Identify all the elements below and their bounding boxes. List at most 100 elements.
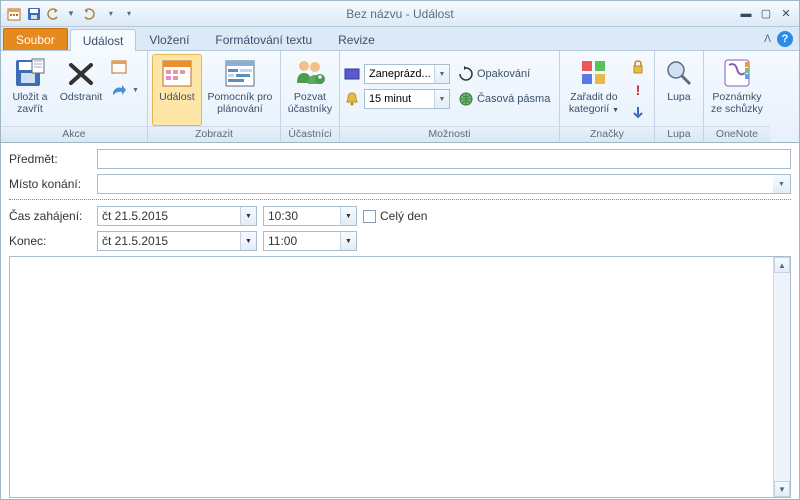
close-button[interactable]: ✕: [777, 6, 795, 22]
start-time-value: 10:30: [268, 209, 298, 223]
tab-insert[interactable]: Vložení: [136, 28, 202, 50]
group-zoom: Lupa Lupa: [655, 51, 704, 142]
maximize-button[interactable]: ▢: [757, 6, 775, 22]
start-date-combo[interactable]: čt 21.5.2015 ▼: [97, 206, 257, 226]
globe-icon: [458, 91, 474, 107]
group-options-label: Možnosti: [340, 126, 559, 142]
onenote-icon: [721, 57, 753, 89]
lock-icon: [630, 59, 646, 75]
event-view-button[interactable]: Událost: [152, 54, 202, 126]
subject-label: Předmět:: [9, 152, 91, 166]
scroll-up-button[interactable]: ▲: [774, 257, 790, 273]
timezones-label: Časová pásma: [477, 93, 550, 105]
people-icon: [294, 57, 326, 89]
group-zoom-label: Lupa: [655, 126, 703, 142]
group-onenote-label: OneNote: [704, 126, 770, 142]
location-label: Místo konání:: [9, 177, 91, 191]
onenote-notes-button[interactable]: Poznámky ze schůzky: [708, 54, 766, 126]
low-importance-button[interactable]: [626, 102, 650, 124]
schedule-icon: [224, 57, 256, 89]
tab-file[interactable]: Soubor: [3, 28, 68, 50]
recurrence-label: Opakování: [477, 68, 530, 80]
forward-small-button[interactable]: ▼: [107, 79, 143, 101]
group-attendees: Pozvat účastníky Účastníci: [281, 51, 340, 142]
end-date-value: čt 21.5.2015: [102, 234, 168, 248]
zoom-label: Lupa: [667, 91, 690, 103]
collapse-ribbon-icon[interactable]: ᐱ: [764, 34, 771, 45]
chevron-down-icon: ▼: [778, 181, 785, 188]
scroll-track[interactable]: [774, 273, 790, 481]
onenote-label: Poznámky ze schůzky: [708, 91, 766, 115]
scroll-down-button[interactable]: ▼: [774, 481, 790, 497]
delete-button[interactable]: Odstranit: [57, 54, 105, 126]
recurrence-button[interactable]: Opakování: [454, 63, 534, 85]
scheduling-label: Pomocník pro plánování: [204, 91, 276, 115]
show-as-value: Zaneprázd...: [369, 68, 431, 80]
high-importance-button[interactable]: !: [626, 79, 650, 101]
group-attendees-label: Účastníci: [281, 126, 339, 142]
subject-input[interactable]: [97, 149, 791, 169]
qat-redo-button[interactable]: [79, 5, 97, 23]
quick-access-toolbar: ▼ ▾ ▾: [5, 5, 133, 23]
location-input[interactable]: [97, 174, 773, 194]
end-date-combo[interactable]: čt 21.5.2015 ▼: [97, 231, 257, 251]
save-close-label: Uložit a zavřít: [5, 91, 55, 115]
start-time-combo[interactable]: 10:30 ▼: [263, 206, 357, 226]
qat-calendar-button[interactable]: [5, 5, 23, 23]
calendar-small-icon: [111, 59, 127, 75]
group-actions: Uložit a zavřít Odstranit ▼ Akce: [1, 51, 148, 142]
qat-save-button[interactable]: [25, 5, 43, 23]
private-button[interactable]: [626, 56, 650, 78]
body-container: ◧ ▲ ▼: [9, 256, 791, 498]
end-time-combo[interactable]: 11:00 ▼: [263, 231, 357, 251]
group-onenote: Poznámky ze schůzky OneNote: [704, 51, 770, 142]
delete-icon: [65, 57, 97, 89]
high-importance-icon: !: [630, 82, 646, 98]
calendar-small-button[interactable]: [107, 56, 143, 78]
invite-label: Pozvat účastníky: [285, 91, 335, 115]
recurrence-icon: [458, 66, 474, 82]
save-close-button[interactable]: Uložit a zavřít: [5, 54, 55, 126]
invite-attendees-button[interactable]: Pozvat účastníky: [285, 54, 335, 126]
show-as-combo[interactable]: Zaneprázd... ▼: [364, 64, 450, 84]
allday-checkbox[interactable]: Celý den: [363, 209, 427, 223]
location-dropdown-button[interactable]: ▼: [773, 174, 791, 194]
delete-label: Odstranit: [60, 91, 103, 103]
ribbon: Uložit a zavřít Odstranit ▼ Akce: [1, 51, 799, 143]
undo-icon: [47, 7, 61, 21]
redo-icon: [81, 7, 95, 21]
zoom-button[interactable]: Lupa: [659, 54, 699, 126]
vertical-scrollbar[interactable]: ▲ ▼: [773, 257, 790, 497]
busy-swatch-icon: [344, 66, 360, 82]
reminder-combo[interactable]: 15 minut ▼: [364, 89, 450, 109]
start-date-value: čt 21.5.2015: [102, 209, 168, 223]
low-importance-icon: [630, 105, 646, 121]
checkbox-icon: [363, 210, 376, 223]
qat-undo-button[interactable]: [45, 5, 63, 23]
scheduling-assistant-button[interactable]: Pomocník pro plánování: [204, 54, 276, 126]
minimize-button[interactable]: ▬: [737, 6, 755, 22]
title-bar: ▼ ▾ ▾ Bez názvu - Událost ▬ ▢ ✕: [1, 1, 799, 27]
chevron-down-icon: ▼: [340, 207, 356, 225]
event-form: Předmět: Místo konání: ▼ Čas zahájení: č…: [1, 143, 799, 251]
categorize-label: Zařadit do kategorií ▼: [564, 91, 624, 117]
body-editor[interactable]: [10, 257, 772, 497]
group-tags-label: Značky: [560, 126, 654, 142]
tab-format-text[interactable]: Formátování textu: [202, 28, 325, 50]
help-button[interactable]: ?: [777, 31, 793, 47]
tab-review[interactable]: Revize: [325, 28, 388, 50]
calendar-event-icon: [161, 57, 193, 89]
timezones-button[interactable]: Časová pásma: [454, 88, 554, 110]
chevron-down-icon: ▼: [434, 65, 449, 83]
undo-dropdown[interactable]: ▼: [65, 9, 77, 18]
tab-event[interactable]: Událost: [70, 29, 137, 51]
qat-customize-dropdown[interactable]: ▾: [107, 9, 115, 18]
categorize-button[interactable]: Zařadit do kategorií ▼: [564, 54, 624, 126]
ribbon-tabs: Soubor Událost Vložení Formátování textu…: [1, 27, 799, 51]
chevron-down-icon: ▼: [240, 207, 256, 225]
reminder-bell-icon: [344, 91, 360, 107]
qat-more-dropdown[interactable]: ▾: [125, 9, 133, 18]
save-close-icon: [14, 57, 46, 89]
save-icon: [27, 7, 41, 21]
magnifier-icon: [663, 57, 695, 89]
